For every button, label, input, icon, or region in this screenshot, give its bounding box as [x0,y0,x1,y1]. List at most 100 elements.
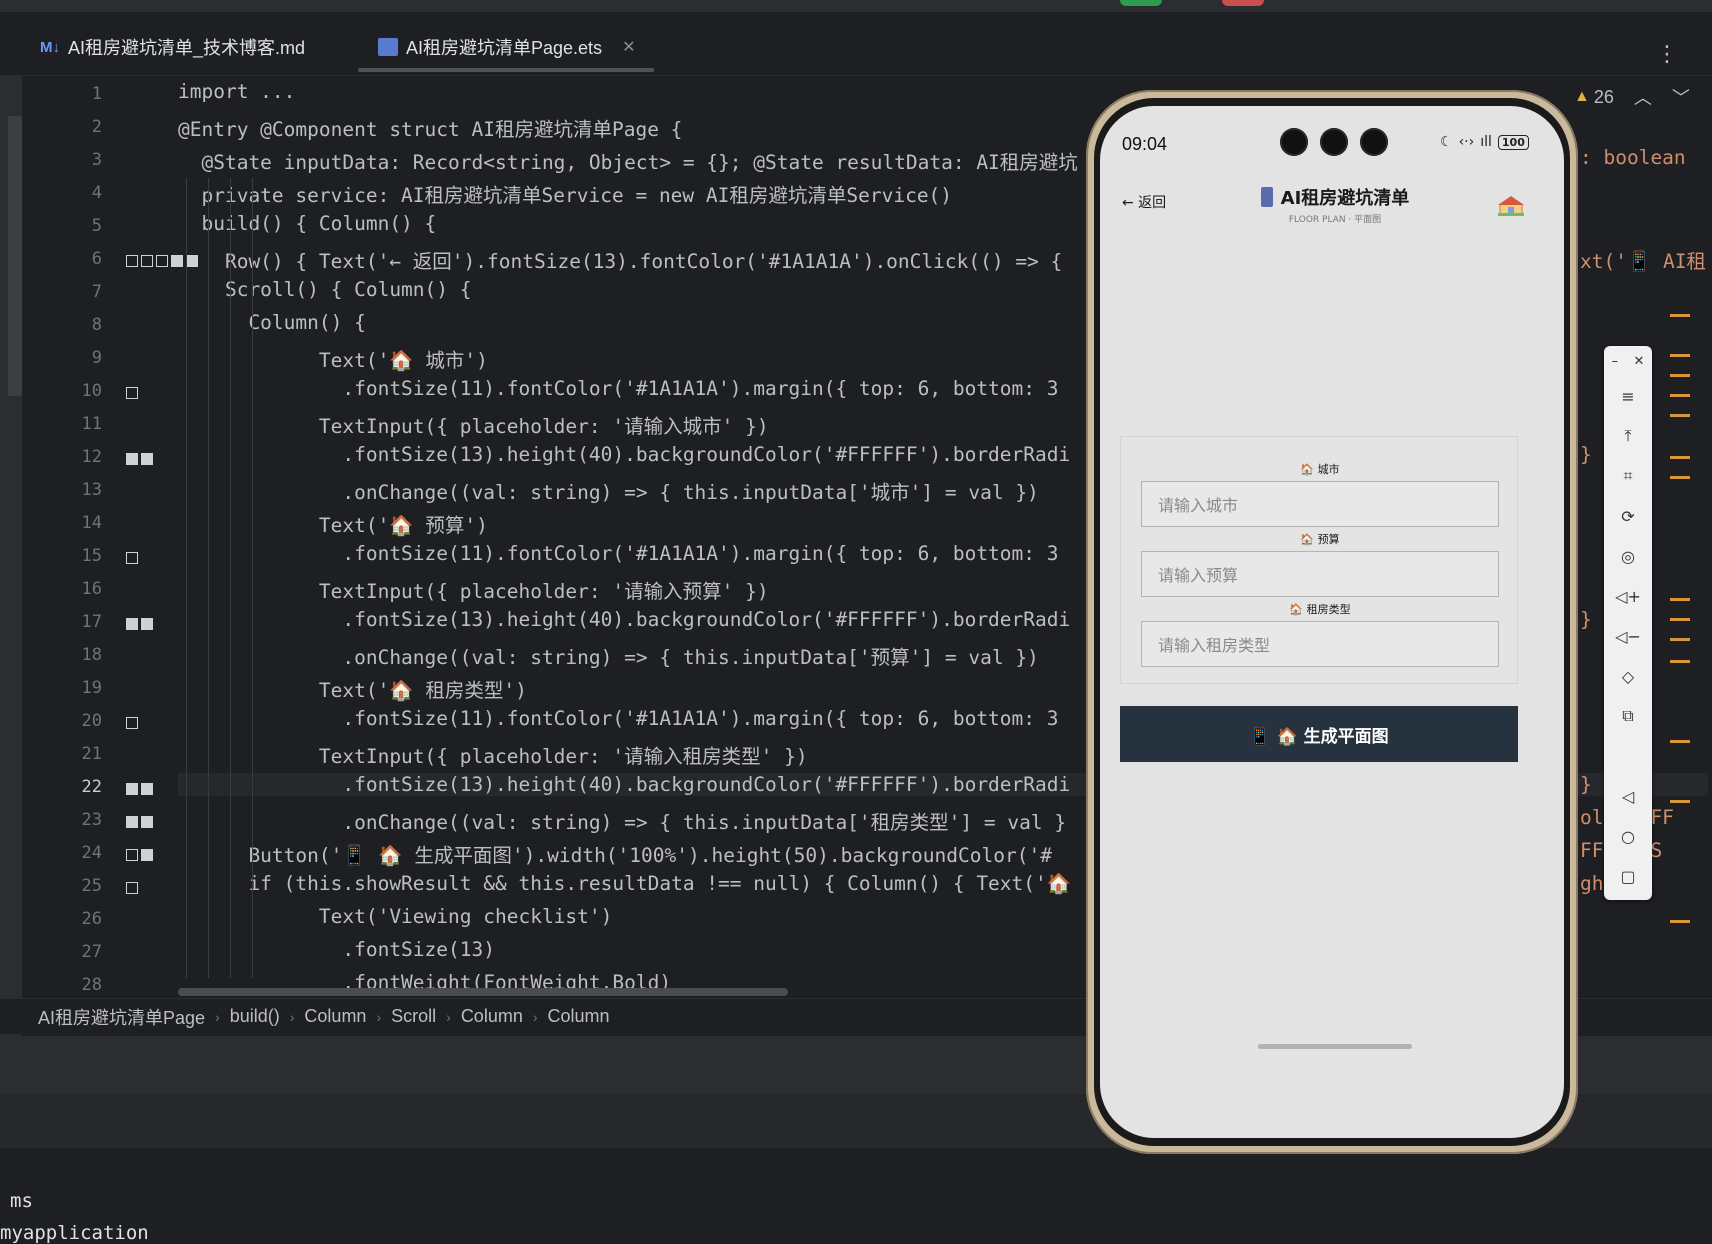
code-line[interactable]: Row() { Text('← 返回').fontSize(13).fontCo… [178,245,1062,274]
line-number[interactable]: 26 [62,909,102,929]
code-line[interactable]: Scroll() { Column() { [178,278,472,301]
line-number[interactable]: 9 [62,348,102,368]
code-line[interactable]: .fontSize(13) [178,938,495,961]
line-number[interactable]: 7 [62,282,102,302]
minimize-icon[interactable]: – [1612,354,1619,369]
stripe-mark[interactable] [1670,456,1690,459]
gutter-marker[interactable] [126,717,138,729]
volume-up-icon[interactable]: ◁+ [1615,584,1641,608]
stripe-mark[interactable] [1670,414,1690,417]
code-line[interactable]: build() { Column() { [178,212,436,235]
code-line[interactable]: TextInput({ placeholder: '请输入租房类型' }) [178,740,808,769]
back-triangle-icon[interactable]: ◁ [1616,784,1640,808]
stripe-mark[interactable] [1670,638,1690,641]
code-line[interactable]: Button('📱 🏠 生成平面图').width('100%').height… [178,839,1052,868]
breadcrumb-item[interactable]: AI租房避坑清单Page [38,1004,205,1030]
code-line[interactable]: .onChange((val: string) => { this.inputD… [178,641,1038,670]
stripe-mark[interactable] [1670,374,1690,377]
breadcrumb-item[interactable]: Column [461,1006,523,1027]
code-line[interactable]: Text('🏠 城市') [178,344,488,373]
line-number[interactable]: 14 [62,513,102,533]
code-line[interactable]: if (this.showResult && this.resultData !… [178,872,1071,895]
stripe-mark[interactable] [1670,920,1690,923]
line-number[interactable]: 4 [62,183,102,203]
chevron-up-icon[interactable]: ︿ [1634,84,1652,110]
line-number[interactable]: 18 [62,645,102,665]
home-indicator[interactable] [1258,1044,1412,1049]
city-input[interactable]: 请输入城市 [1141,481,1499,527]
code-line[interactable]: Text('🏠 预算') [178,509,488,538]
budget-input[interactable]: 请输入预算 [1141,551,1499,597]
gutter-marker[interactable] [126,816,153,828]
generate-floor-plan-button[interactable]: 📱 🏠 生成平面图 [1120,706,1518,762]
line-number[interactable]: 6 [62,249,102,269]
code-line[interactable]: TextInput({ placeholder: '请输入城市' }) [178,410,769,439]
pin-top-icon[interactable]: ⤒ [1616,424,1640,448]
phone-screen[interactable]: 09:04 ☾ ‹·› ıll 100 ← 返回 AI租房避坑清单 FLOOR … [1100,106,1564,1138]
tab-markdown-file[interactable]: M↓ AI租房避坑清单_技术博客.md [40,32,305,62]
line-number[interactable]: 12 [62,447,102,467]
code-line[interactable]: .fontSize(11).fontColor('#1A1A1A').margi… [178,377,1058,400]
line-number[interactable]: 22 [62,777,102,797]
line-number[interactable]: 3 [62,150,102,170]
line-number[interactable]: 25 [62,876,102,896]
breadcrumb-item[interactable]: Scroll [391,1006,436,1027]
code-line[interactable]: Column() { [178,311,365,334]
breadcrumb-item[interactable]: Column [304,1006,366,1027]
rental-type-input[interactable]: 请输入租房类型 [1141,621,1499,667]
code-line[interactable]: @State inputData: Record<string, Object>… [178,146,1077,175]
scrollbar-thumb[interactable] [178,988,788,996]
recent-apps-icon[interactable]: ▢ [1616,864,1640,888]
gutter-marker[interactable] [126,387,138,399]
line-number[interactable]: 27 [62,942,102,962]
stripe-mark[interactable] [1670,394,1690,397]
code-line[interactable]: .fontSize(11).fontColor('#1A1A1A').margi… [178,542,1058,565]
code-line[interactable]: @Entry @Component struct AI租房避坑清单Page { [178,113,682,142]
stripe-mark[interactable] [1670,800,1690,803]
screenshot-icon[interactable]: ◎ [1616,544,1640,568]
line-number[interactable]: 8 [62,315,102,335]
menu-icon[interactable]: ≡ [1616,384,1640,408]
line-number[interactable]: 15 [62,546,102,566]
line-number[interactable]: 2 [62,117,102,137]
gutter-marker[interactable] [126,849,153,861]
inspection-widget[interactable]: ▲ 26 ︿ ﹀ [1574,84,1690,110]
line-number[interactable]: 17 [62,612,102,632]
stripe-mark[interactable] [1670,314,1690,317]
house-with-garden-icon[interactable] [1498,194,1524,216]
stripe-mark[interactable] [1670,476,1690,479]
stripe-mark[interactable] [1670,354,1690,357]
line-number[interactable]: 28 [62,975,102,995]
line-number[interactable]: 16 [62,579,102,599]
close-icon[interactable]: ✕ [622,37,635,57]
line-number[interactable]: 20 [62,711,102,731]
line-number[interactable]: 1 [62,84,102,104]
volume-down-icon[interactable]: ◁− [1615,624,1641,648]
multi-window-icon[interactable]: ⧉ [1616,704,1640,728]
shake-icon[interactable]: ◇ [1616,664,1640,688]
chevron-down-icon[interactable]: ﹀ [1672,84,1690,110]
breadcrumb-item[interactable]: build() [230,1006,280,1027]
breadcrumb-item[interactable]: Column [548,1006,610,1027]
line-number[interactable]: 13 [62,480,102,500]
gutter-marker[interactable] [126,552,138,564]
line-number[interactable]: 10 [62,381,102,401]
code-line[interactable]: Text('Viewing checklist') [178,905,613,928]
close-icon[interactable]: ✕ [1633,354,1644,369]
stripe-mark[interactable] [1670,618,1690,621]
rotate-icon[interactable]: ⟳ [1616,504,1640,528]
code-line[interactable]: .onChange((val: string) => { this.inputD… [178,476,1038,505]
code-line[interactable]: private service: AI租房避坑清单Service = new A… [178,179,952,208]
line-number[interactable]: 11 [62,414,102,434]
tab-ets-file[interactable]: AI租房避坑清单Page.ets ✕ [378,32,635,62]
stripe-mark[interactable] [1670,740,1690,743]
code-line[interactable]: .fontSize(11).fontColor('#1A1A1A').margi… [178,707,1058,730]
code-line[interactable]: import ... [178,80,295,103]
stripe-mark[interactable] [1670,598,1690,601]
line-number[interactable]: 5 [62,216,102,236]
gutter-marker[interactable] [126,882,138,894]
code-line[interactable]: TextInput({ placeholder: '请输入预算' }) [178,575,769,604]
line-number[interactable]: 24 [62,843,102,863]
line-number[interactable]: 23 [62,810,102,830]
line-number[interactable]: 21 [62,744,102,764]
